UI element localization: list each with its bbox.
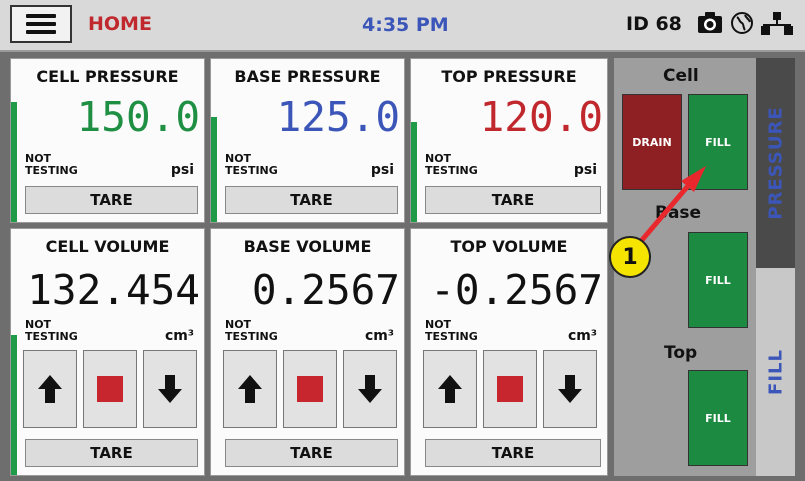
annotation-arrow [639, 166, 706, 243]
annotation-marker: 1 [609, 236, 651, 278]
